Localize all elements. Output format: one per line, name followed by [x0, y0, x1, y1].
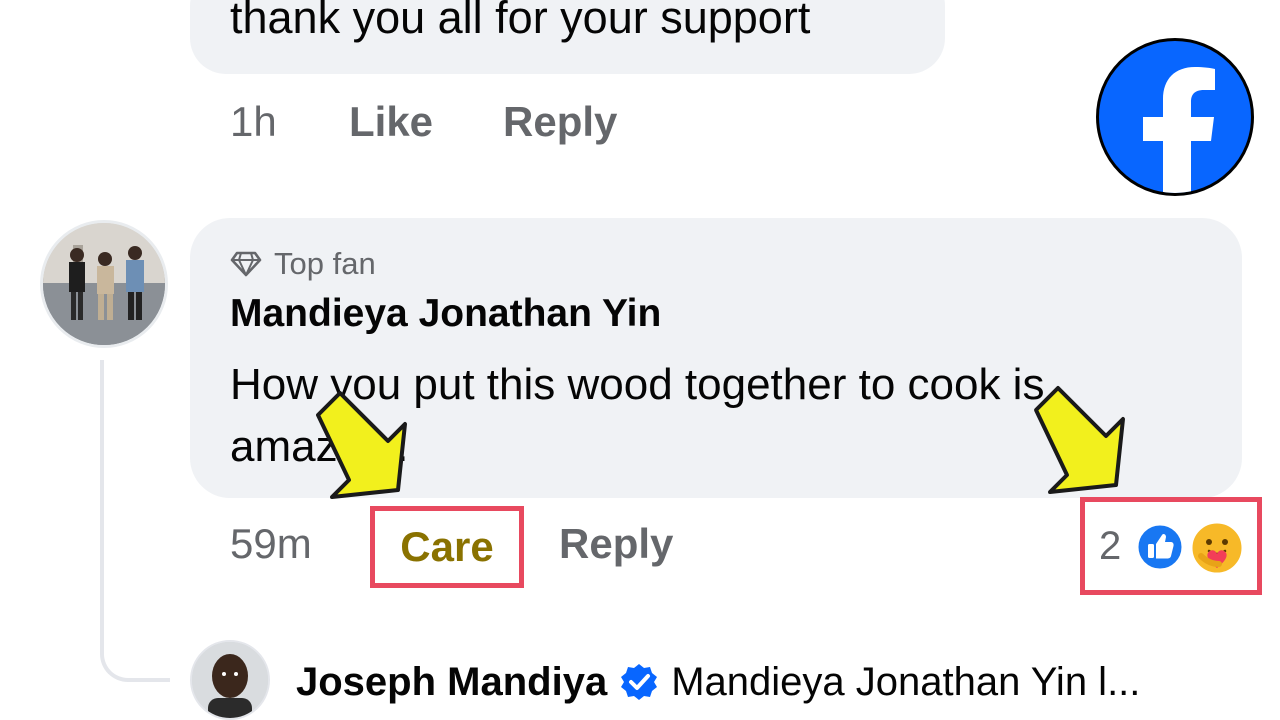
- like-reaction-icon: [1135, 522, 1185, 572]
- facebook-logo-icon: [1096, 38, 1254, 196]
- previous-comment-text: thank you all for your support: [230, 0, 811, 43]
- top-fan-badge: Top fan: [230, 244, 376, 284]
- care-reaction-icon: [1189, 520, 1245, 576]
- reaction-count: 2: [1099, 524, 1122, 568]
- comment-time: 59m: [230, 520, 312, 567]
- reply-preview-text: Mandieya Jonathan Yin l...: [671, 659, 1141, 704]
- like-button[interactable]: Like: [349, 98, 433, 146]
- badge-label: Top fan: [274, 246, 376, 281]
- care-reaction-button[interactable]: Care: [370, 506, 524, 588]
- reaction-summary[interactable]: 2: [1080, 497, 1262, 595]
- diamond-icon: [230, 251, 262, 277]
- thread-connector: [100, 360, 170, 682]
- reply-button[interactable]: Reply: [503, 98, 617, 146]
- comment-thread-screenshot: thank you all for your support 1h Like R…: [0, 0, 1280, 720]
- comment-text: How you put this wood together to cook i…: [230, 360, 1045, 471]
- avatar[interactable]: [190, 640, 270, 720]
- comment-author-name[interactable]: Mandieya Jonathan Yin: [230, 292, 661, 336]
- avatar[interactable]: [40, 220, 168, 348]
- reply-author-name[interactable]: Joseph Mandiya: [296, 660, 607, 705]
- previous-comment-time: 1h: [230, 98, 277, 145]
- verified-badge-icon: [621, 664, 658, 700]
- reply-button[interactable]: Reply: [559, 520, 673, 568]
- reply-preview[interactable]: Joseph Mandiya Mandieya Jonathan Yin l..…: [296, 656, 1140, 708]
- care-label: Care: [400, 523, 494, 570]
